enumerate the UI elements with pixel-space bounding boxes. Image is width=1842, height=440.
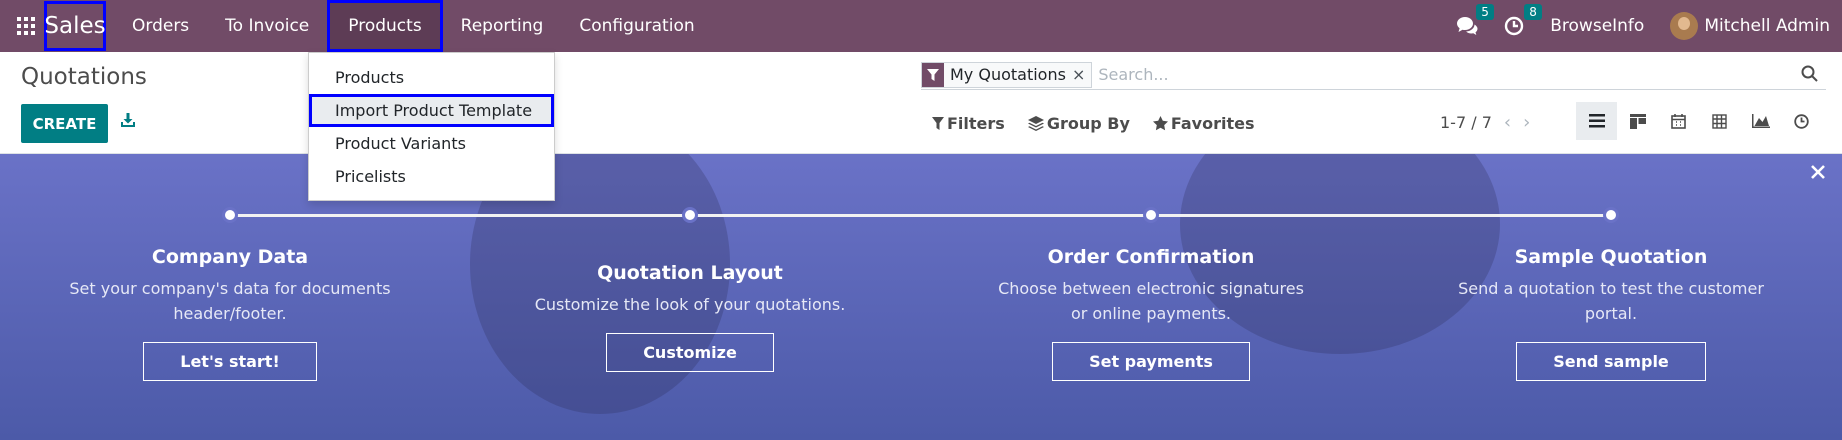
dropdown-item-product-variants[interactable]: Product Variants <box>309 127 554 160</box>
user-menu[interactable]: Mitchell Admin <box>1670 12 1830 40</box>
kanban-view-icon[interactable] <box>1617 102 1658 140</box>
layers-icon <box>1027 116 1044 131</box>
step-dot <box>1603 207 1619 223</box>
products-dropdown: Products Import Product Template Product… <box>308 52 555 201</box>
menu-orders[interactable]: Orders <box>114 0 207 52</box>
systray: 5 8 BrowseInfo Mitchell Admin <box>1456 0 1842 52</box>
calendar-view-icon[interactable] <box>1658 102 1699 140</box>
favorites-button[interactable]: Favorites <box>1152 114 1254 133</box>
messages-badge: 5 <box>1476 4 1494 20</box>
step-dot <box>1143 207 1159 223</box>
step-description: Send a quotation to test the customer <box>1458 279 1764 298</box>
activities-badge: 8 <box>1524 4 1542 20</box>
dropdown-item-import-product-template[interactable]: Import Product Template <box>309 94 554 127</box>
dropdown-item-pricelists[interactable]: Pricelists <box>309 160 554 193</box>
user-name: Mitchell Admin <box>1704 16 1830 36</box>
search-bar: My Quotations × <box>921 60 1826 90</box>
close-icon[interactable] <box>1810 164 1826 184</box>
step-description: Choose between electronic signatures <box>998 279 1304 298</box>
search-input[interactable] <box>1098 65 1699 84</box>
step-order-confirmation: Order Confirmation Choose between electr… <box>981 246 1321 381</box>
search-options: Filters Group By Favorites <box>932 114 1277 133</box>
pivot-view-icon[interactable] <box>1699 102 1740 140</box>
menu-products[interactable]: Products <box>327 0 443 52</box>
step-title: Quotation Layout <box>597 262 783 284</box>
step-dot <box>682 207 698 223</box>
menu-configuration[interactable]: Configuration <box>561 0 712 52</box>
facet-label: My Quotations <box>950 65 1066 84</box>
filter-icon <box>922 62 944 87</box>
set-payments-button[interactable]: Set payments <box>1052 342 1250 381</box>
dropdown-item-products[interactable]: Products <box>309 61 554 94</box>
step-quotation-layout: Quotation Layout Customize the look of y… <box>520 262 860 372</box>
page-title: Quotations <box>21 64 147 90</box>
top-navbar: Sales Orders To Invoice Products Reporti… <box>0 0 1842 52</box>
search-facet: My Quotations × <box>921 61 1093 88</box>
view-switcher <box>1576 102 1822 140</box>
customize-button[interactable]: Customize <box>606 333 774 372</box>
step-title: Order Confirmation <box>1047 246 1255 268</box>
star-icon <box>1152 116 1168 131</box>
chevron-left-icon[interactable]: ‹ <box>1504 112 1511 133</box>
chat-icon <box>1457 17 1478 35</box>
chevron-right-icon[interactable]: › <box>1523 112 1530 133</box>
avatar <box>1670 12 1699 40</box>
facet-remove-icon[interactable]: × <box>1072 65 1091 84</box>
graph-view-icon[interactable] <box>1740 102 1781 140</box>
messages-systray[interactable]: 5 <box>1456 4 1494 36</box>
lets-start-button[interactable]: Let's start! <box>143 342 317 381</box>
funnel-icon <box>932 117 944 130</box>
search-icon[interactable] <box>1801 65 1818 86</box>
onboarding-banner: Company Data Set your company's data for… <box>0 154 1842 440</box>
step-dot <box>222 207 238 223</box>
main-menu: Orders To Invoice Products Reporting Con… <box>114 0 713 52</box>
activities-systray[interactable]: 8 <box>1504 4 1542 36</box>
company-switcher[interactable]: BrowseInfo <box>1550 16 1644 36</box>
step-description: Set your company's data for documents <box>69 279 391 298</box>
groupby-button[interactable]: Group By <box>1027 114 1130 133</box>
menu-reporting[interactable]: Reporting <box>443 0 562 52</box>
create-button[interactable]: CREATE <box>21 104 108 143</box>
step-title: Sample Quotation <box>1514 246 1708 268</box>
onboarding-progress-line <box>230 214 1613 217</box>
send-sample-button[interactable]: Send sample <box>1516 342 1706 381</box>
step-description: or online payments. <box>1070 304 1232 323</box>
clock-icon <box>1505 16 1524 36</box>
menu-to-invoice[interactable]: To Invoice <box>207 0 327 52</box>
app-brand[interactable]: Sales <box>44 1 106 51</box>
step-sample-quotation: Sample Quotation Send a quotation to tes… <box>1441 246 1781 381</box>
control-panel: Quotations CREATE My Quotations × Filter… <box>0 52 1842 154</box>
step-description: portal. <box>1584 304 1638 323</box>
pager: 1-7 / 7 ‹ › <box>1440 112 1530 133</box>
activity-view-icon[interactable] <box>1781 102 1822 140</box>
pager-value[interactable]: 1-7 / 7 <box>1440 113 1492 132</box>
step-company-data: Company Data Set your company's data for… <box>60 246 400 381</box>
filters-button[interactable]: Filters <box>932 114 1005 133</box>
step-title: Company Data <box>151 246 309 268</box>
step-description: header/footer. <box>173 304 287 323</box>
list-view-icon[interactable] <box>1576 102 1617 140</box>
download-icon[interactable] <box>120 112 136 132</box>
step-description: Customize the look of your quotations. <box>534 295 846 314</box>
